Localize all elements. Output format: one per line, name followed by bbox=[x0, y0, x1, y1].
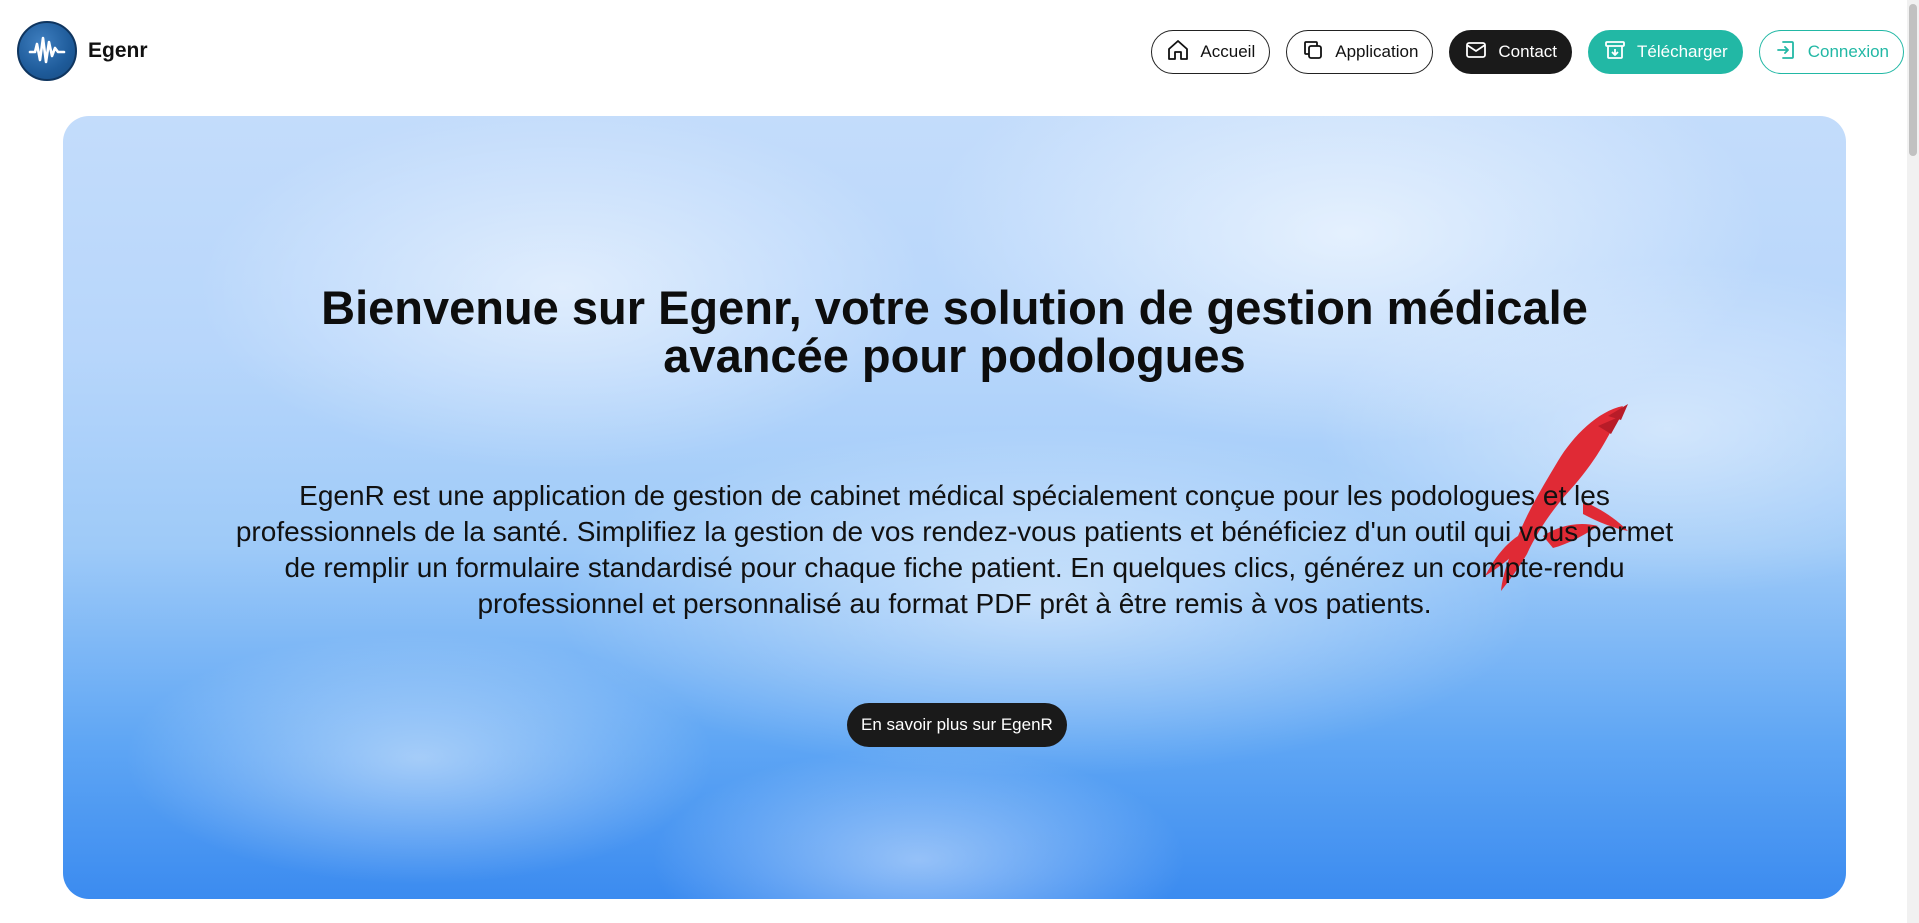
brand-name[interactable]: Egenr bbox=[88, 39, 148, 63]
top-navbar: Egenr Accueil Application Contact Téléch… bbox=[0, 0, 1919, 104]
hero-description: EgenR est une application de gestion de … bbox=[235, 480, 1674, 619]
nav-telecharger-button[interactable]: Télécharger bbox=[1588, 30, 1743, 74]
learn-more-button[interactable]: En savoir plus sur EgenR bbox=[847, 703, 1067, 747]
page-scrollbar[interactable] bbox=[1907, 0, 1919, 923]
hero-section: Bienvenue sur Egenr, votre solution de g… bbox=[63, 116, 1846, 899]
home-icon bbox=[1166, 38, 1190, 67]
login-icon bbox=[1774, 38, 1798, 67]
main-nav: Accueil Application Contact Télécharger … bbox=[1151, 30, 1904, 74]
archive-download-icon bbox=[1603, 38, 1627, 67]
nav-accueil-label: Accueil bbox=[1200, 42, 1256, 61]
copy-icon bbox=[1301, 38, 1325, 67]
scrollbar-thumb[interactable] bbox=[1909, 4, 1917, 156]
nav-telecharger-label: Télécharger bbox=[1637, 42, 1728, 61]
nav-contact-button[interactable]: Contact bbox=[1449, 30, 1572, 74]
nav-application-label: Application bbox=[1335, 42, 1419, 61]
hero-title: Bienvenue sur Egenr, votre solution de g… bbox=[321, 281, 1588, 382]
waveform-icon[interactable] bbox=[17, 21, 77, 81]
nav-connexion-label: Connexion bbox=[1807, 42, 1889, 61]
brand[interactable]: Egenr bbox=[17, 21, 148, 81]
nav-contact-label: Contact bbox=[1498, 42, 1557, 61]
nav-application-button[interactable]: Application bbox=[1286, 30, 1434, 74]
mail-icon bbox=[1464, 38, 1488, 67]
nav-accueil-button[interactable]: Accueil bbox=[1151, 30, 1271, 74]
nav-connexion-button[interactable]: Connexion bbox=[1758, 30, 1904, 74]
